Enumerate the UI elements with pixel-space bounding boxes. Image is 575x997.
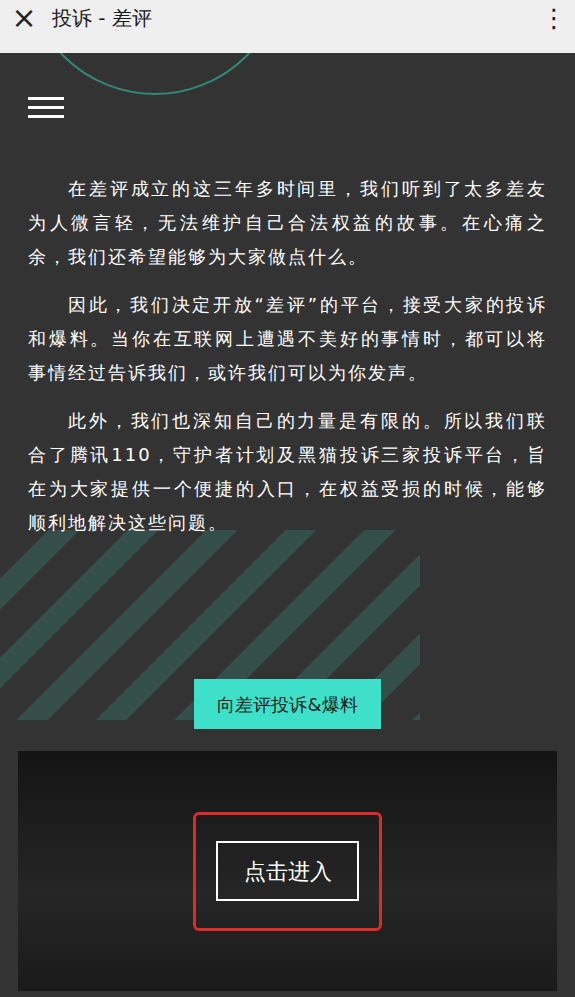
decor-circle <box>25 53 285 95</box>
complain-button[interactable]: 向差评投诉&爆料 <box>194 679 381 729</box>
content: 在差评成立的这三年多时间里，我们听到了太多差友为人微言轻，无法维护自己合法权益的… <box>0 53 575 997</box>
entry-banner[interactable]: 点击进入 <box>18 751 557 991</box>
page-title: 投诉 - 差评 <box>52 3 152 33</box>
title-bar: × 投诉 - 差评 ⋮ <box>0 0 575 53</box>
close-button[interactable]: × <box>10 3 38 33</box>
intro: 在差评成立的这三年多时间里，我们听到了太多差友为人微言轻，无法维护自己合法权益的… <box>28 172 547 540</box>
more-button[interactable]: ⋮ <box>541 3 565 33</box>
menu-icon[interactable] <box>28 97 64 118</box>
intro-paragraph: 因此，我们决定开放“差评”的平台，接受大家的投诉和爆料。当你在互联网上遭遇不美好… <box>28 288 547 390</box>
highlight-frame: 点击进入 <box>193 812 382 931</box>
enter-button[interactable]: 点击进入 <box>216 841 359 901</box>
intro-paragraph: 此外，我们也深知自己的力量是有限的。所以我们联合了腾讯110，守护者计划及黑猫投… <box>28 404 547 540</box>
intro-paragraph: 在差评成立的这三年多时间里，我们听到了太多差友为人微言轻，无法维护自己合法权益的… <box>28 172 547 274</box>
